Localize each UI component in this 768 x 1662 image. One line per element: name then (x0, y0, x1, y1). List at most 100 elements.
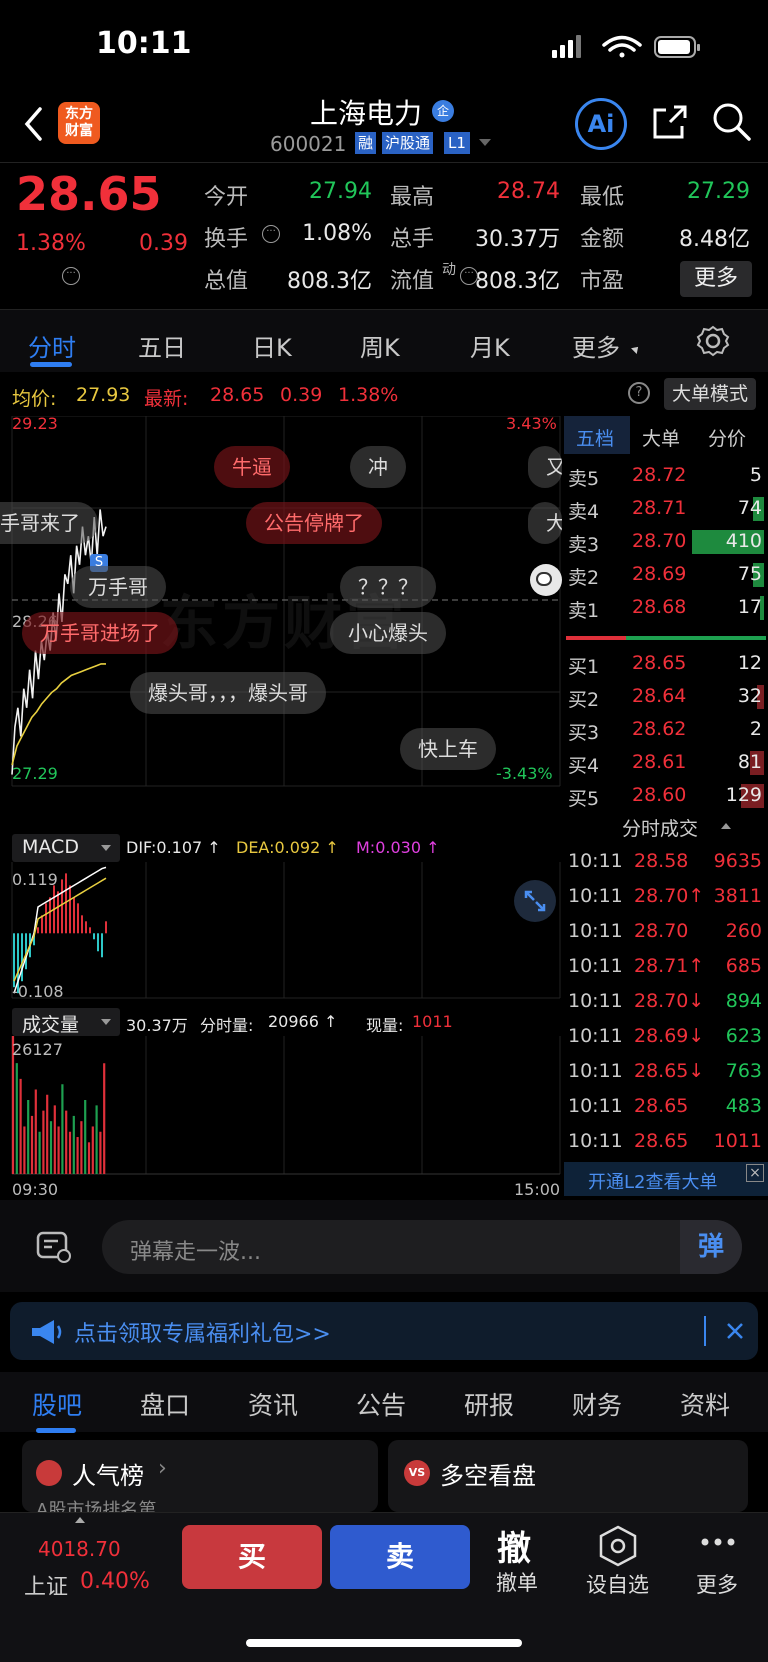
latest-label: 最新: (144, 388, 189, 410)
period-tab[interactable]: 分时 (28, 328, 76, 363)
info-dots-icon[interactable]: ··· (62, 267, 80, 285)
trade-row: 10:11 28.70↑ 3811 (564, 879, 768, 913)
cancel-order-button[interactable]: 撤单 (496, 1567, 538, 1597)
danmaku-bubble[interactable]: 万手哥进场了 (22, 612, 178, 654)
index-name[interactable]: 上证 (24, 1569, 68, 1601)
sell-button[interactable]: 卖 (330, 1525, 470, 1589)
danmaku-bubble[interactable]: 又 (528, 446, 562, 488)
book-row[interactable]: 买3 28.62 2 (564, 714, 768, 746)
content-tab[interactable]: 公告 (356, 1386, 406, 1422)
book-row[interactable]: 卖5 28.72 5 (564, 460, 768, 492)
add-watchlist-icon[interactable] (598, 1525, 638, 1567)
quote-field-label: 最低 (580, 185, 625, 210)
book-row[interactable]: 卖4 28.71 74 (564, 493, 768, 525)
caret-icon (631, 344, 641, 354)
book-level: 买1 (568, 656, 600, 678)
book-price: 28.61 (632, 751, 687, 773)
book-tab[interactable]: 大单 (642, 424, 680, 451)
book-price: 28.64 (632, 685, 687, 707)
volume-selector[interactable]: 成交量 (12, 1008, 120, 1036)
book-volume: 17 (737, 596, 762, 618)
content-tab[interactable]: 资料 (680, 1386, 730, 1422)
bull-bear-card[interactable]: VS 多空看盘 (388, 1440, 748, 1512)
period-tab[interactable]: 更多 (572, 328, 620, 363)
info-dots-icon[interactable]: ··· (262, 225, 280, 243)
ai-assistant-button[interactable]: Ai (575, 98, 627, 150)
danmaku-toggle-button[interactable]: 弹 (680, 1220, 742, 1274)
more-icon[interactable] (700, 1537, 736, 1547)
volume-max-label: 26127 (12, 1040, 63, 1059)
book-row[interactable]: 卖2 28.69 75 (564, 559, 768, 591)
mascot-avatar[interactable] (530, 564, 562, 596)
period-tab[interactable]: 五日 (138, 328, 186, 363)
content-tab[interactable]: 研报 (464, 1386, 514, 1422)
caret-up-icon[interactable] (75, 1517, 85, 1523)
book-level: 买3 (568, 722, 600, 744)
macd-max-label: 0.119 (12, 870, 58, 889)
avg-line (11, 663, 106, 766)
content-tab[interactable]: 财务 (572, 1386, 622, 1422)
danmaku-bubble[interactable]: 快上车 (400, 728, 496, 770)
volume-total: 30.37万 (126, 1016, 188, 1035)
macd-selector[interactable]: MACD (12, 834, 120, 862)
danmaku-settings-icon[interactable] (36, 1230, 72, 1264)
search-icon[interactable] (710, 100, 754, 144)
period-tab[interactable]: 日K (252, 328, 292, 363)
share-icon[interactable] (650, 102, 690, 142)
big-order-mode-button[interactable]: 大单模式 (664, 378, 756, 410)
index-pct[interactable]: 0.40% (80, 1569, 150, 1594)
quote-field-value: 8.48亿 (679, 227, 750, 252)
expand-button[interactable] (514, 880, 556, 922)
clock: 10:11 (96, 26, 192, 61)
info-dots-icon[interactable]: ··· (460, 267, 478, 285)
index-value[interactable]: 4018.70 (38, 1537, 121, 1561)
promo-banner[interactable]: 点击领取专属福利礼包>> (10, 1302, 758, 1360)
battery-icon (654, 36, 700, 58)
danmaku-input[interactable]: 弹幕走一波... 弹 (102, 1220, 742, 1274)
danmaku-bubble[interactable]: 小心爆头 (330, 612, 446, 654)
danmaku-bubble[interactable]: 公告停牌了 (246, 502, 382, 544)
close-icon[interactable]: × (746, 1164, 764, 1182)
period-tab[interactable]: 周K (360, 328, 400, 363)
latest-price: 28.65 (210, 384, 265, 406)
trade-time: 10:11 (568, 1025, 623, 1047)
danmaku-bubble[interactable]: 牛逼 (214, 446, 290, 488)
book-row[interactable]: 卖1 28.68 17 (564, 592, 768, 624)
book-row[interactable]: 卖3 28.70 410 (564, 526, 768, 558)
chevron-up-icon[interactable] (720, 822, 732, 830)
book-row[interactable]: 买2 28.64 32 (564, 681, 768, 713)
settings-icon[interactable] (696, 324, 730, 358)
more-quote-button[interactable]: 更多 (680, 261, 752, 297)
add-watchlist-button[interactable]: 设自选 (586, 1569, 649, 1599)
trades-title[interactable]: 分时成交 (622, 814, 698, 841)
danmaku-bubble[interactable]: ？？？ (340, 566, 436, 608)
book-tab[interactable]: 五档 (576, 424, 614, 451)
back-icon[interactable] (22, 106, 44, 142)
cancel-icon[interactable]: 撤 (497, 1521, 531, 1570)
danmaku-bubble[interactable]: 爆头哥，，，爆头哥 (130, 672, 326, 714)
more-button[interactable]: 更多 (696, 1569, 738, 1599)
quote-field-value: 808.3亿 (287, 269, 372, 294)
quote-field-label: 换手 (204, 227, 249, 252)
popularity-card[interactable]: 人气榜 › A股市场排名第 (22, 1440, 378, 1512)
content-tab[interactable]: 资讯 (248, 1386, 298, 1422)
period-tab[interactable]: 月K (470, 328, 510, 363)
signal-icon (552, 35, 581, 58)
l2-banner[interactable]: 开通L2查看大单 × (564, 1162, 768, 1196)
content-tab[interactable]: 盘口 (140, 1386, 190, 1422)
danmaku-bubble[interactable]: 手哥来了 (0, 502, 98, 544)
book-row[interactable]: 买1 28.65 12 (564, 648, 768, 680)
trade-time: 10:11 (568, 990, 623, 1012)
book-row[interactable]: 买5 28.60 129 (564, 780, 768, 812)
danmaku-bubble[interactable]: 冲 (350, 446, 406, 488)
close-icon[interactable] (726, 1322, 744, 1340)
content-tab[interactable]: 股吧 (32, 1386, 82, 1422)
help-icon[interactable]: ? (628, 382, 650, 404)
book-row[interactable]: 买4 28.61 81 (564, 747, 768, 779)
volume-fen: 20966 ↑ (268, 1012, 338, 1031)
book-tab[interactable]: 分价 (708, 424, 746, 451)
buy-button[interactable]: 买 (182, 1525, 322, 1589)
chevron-down-icon[interactable] (478, 138, 492, 148)
danmaku-bubble[interactable]: 万手哥 (70, 566, 166, 608)
danmaku-bubble[interactable]: 大 (528, 502, 562, 544)
